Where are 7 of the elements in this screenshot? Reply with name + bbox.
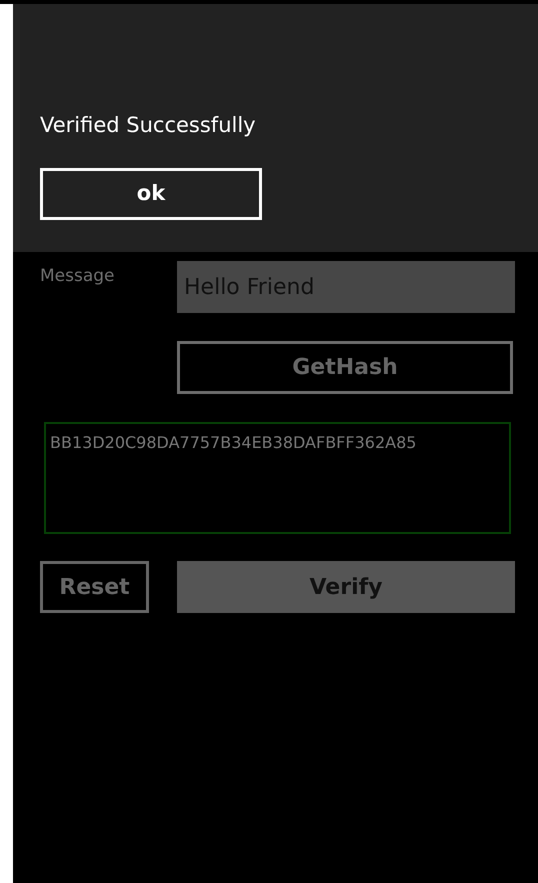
verify-button[interactable]: Verify bbox=[177, 561, 515, 613]
message-label: Message bbox=[40, 265, 116, 288]
hash-text-area[interactable]: BB13D20C98DA7757B34EB38DAFBFF362A85 bbox=[44, 422, 511, 534]
dialog-message: Verified Successfully bbox=[40, 112, 256, 138]
reset-button[interactable]: Reset bbox=[40, 561, 149, 613]
get-hash-button[interactable]: GetHash bbox=[177, 341, 513, 394]
ok-button[interactable]: ok bbox=[40, 168, 262, 220]
